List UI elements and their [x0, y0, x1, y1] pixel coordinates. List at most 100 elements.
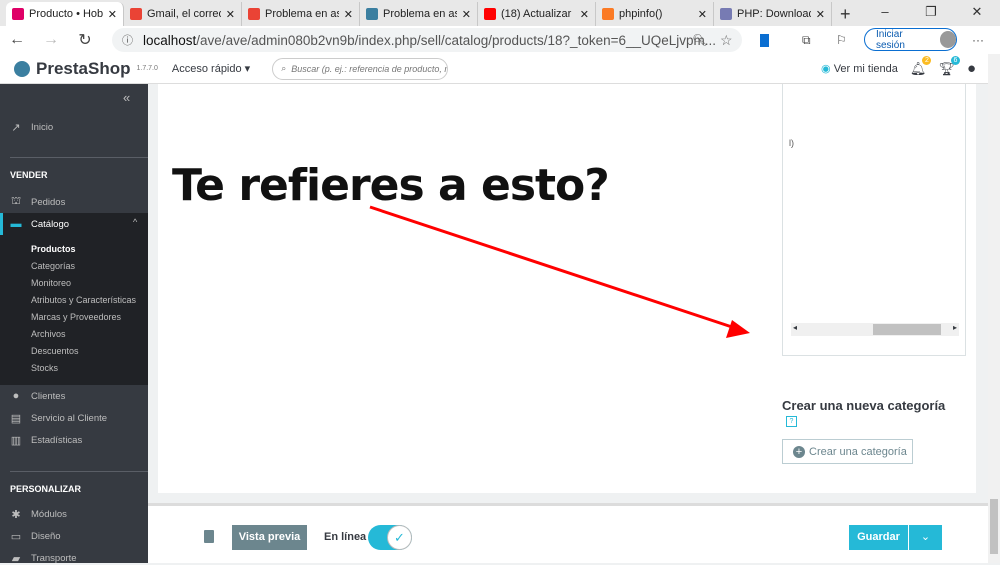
sidebar-subitem[interactable]: Stocks: [31, 363, 58, 373]
horizontal-scrollbar[interactable]: ◂ ▸: [791, 323, 959, 336]
sidebar-item-clientes[interactable]: ● Clientes: [10, 390, 66, 402]
page-scrollbar[interactable]: [988, 54, 1000, 563]
more-menu-icon[interactable]: ···: [972, 33, 984, 47]
search-icon: ⌕: [281, 63, 287, 73]
sidebar-subitem[interactable]: Atributos y Características: [31, 295, 136, 305]
sidebar-subitem[interactable]: Monitoreo: [31, 278, 71, 288]
forward-icon[interactable]: →: [34, 31, 68, 49]
close-tab-icon[interactable]: ✕: [462, 8, 471, 21]
scroll-left-icon[interactable]: ◂: [793, 323, 797, 332]
puffin-icon: [14, 60, 30, 77]
sidebar-subitem[interactable]: Marcas y Proveedores: [31, 312, 121, 322]
employee-avatar-icon[interactable]: ●: [967, 60, 976, 77]
product-footer-bar: Vista previa En línea ✓ Guardar ⌄: [148, 503, 988, 563]
sidebar: « ↗ Inicio VENDER ⛫ Pedidos ▬ Catálogo ^ Pr…: [0, 84, 148, 565]
sidebar-item-estadisticas[interactable]: ▥ Estadísticas: [10, 434, 82, 447]
sidebar-item-servicio[interactable]: ▤ Servicio al Cliente: [10, 412, 107, 425]
save-options-dropdown[interactable]: ⌄: [909, 525, 942, 550]
view-store-link[interactable]: ◉ Ver mi tienda: [821, 62, 898, 75]
sidebar-item-catalogo[interactable]: ▬ Catálogo: [10, 218, 70, 230]
chat-icon: ▤: [10, 413, 22, 425]
version-label: 1.7.7.0: [136, 65, 158, 72]
online-label: En línea: [324, 531, 367, 543]
browser-tab[interactable]: (18) Actualizar ✕: [478, 2, 596, 26]
sidebar-subitem[interactable]: Categorías: [31, 261, 75, 271]
close-tab-icon[interactable]: ✕: [580, 8, 589, 21]
new-category-title: Crear una nueva categoría: [782, 398, 946, 413]
create-category-button[interactable]: + Crear una categoría: [782, 439, 913, 464]
php-icon: [720, 8, 732, 20]
trophy-icon[interactable]: 🏆︎ 6: [938, 55, 960, 77]
close-window-button[interactable]: ✕: [954, 0, 1000, 26]
sidebar-subitem[interactable]: Productos: [31, 244, 76, 254]
annotation-text: Te refieres a esto?: [172, 160, 610, 211]
scroll-right-icon[interactable]: ▸: [953, 323, 957, 332]
online-toggle[interactable]: ✓: [368, 525, 412, 550]
bookmark-icon[interactable]: [760, 33, 769, 47]
preview-button[interactable]: Vista previa: [232, 525, 307, 550]
search-input[interactable]: ⌕ Buscar (p. ej.: referencia de producto,…: [272, 57, 449, 80]
scroll-thumb[interactable]: [873, 324, 941, 335]
close-tab-icon[interactable]: ✕: [344, 8, 353, 21]
divider: [10, 471, 148, 472]
zoom-icon[interactable]: 🔍︎: [692, 33, 707, 47]
notifications-icon[interactable]: 🔔︎ 2: [910, 55, 932, 77]
favorite-star-icon[interactable]: ☆: [720, 32, 733, 49]
gmail-icon: [248, 8, 260, 20]
back-icon[interactable]: ←: [0, 31, 34, 49]
scroll-thumb[interactable]: [990, 499, 998, 554]
maximize-button[interactable]: ❐: [908, 0, 954, 26]
section-vender: VENDER: [10, 170, 48, 180]
notif-badge: 2: [922, 55, 932, 65]
browser-tab[interactable]: Gmail, el correo ✕: [124, 2, 242, 26]
url-input[interactable]: ⓘ localhost/ave/ave/admin080b2vn9b/index.…: [112, 28, 742, 52]
browser-tab[interactable]: Problema en as ✕: [242, 2, 360, 26]
monitor-icon: ▭: [10, 531, 22, 543]
gmail-icon: [130, 8, 142, 20]
browser-tab[interactable]: Producto • Hob ✕: [6, 2, 124, 26]
check-icon: ✓: [387, 525, 412, 550]
trending-icon: ↗: [11, 122, 21, 134]
quick-access-dropdown[interactable]: Acceso rápido ▾: [172, 62, 250, 75]
browser-tab[interactable]: Problema en as ✕: [360, 2, 478, 26]
prestashop-logo[interactable]: PrestaShop: [14, 59, 130, 79]
close-tab-icon[interactable]: ✕: [226, 8, 235, 21]
prestashop-icon: [12, 8, 24, 20]
trash-icon[interactable]: [204, 530, 214, 543]
divider: [10, 157, 148, 158]
store-icon: ▬: [10, 218, 22, 230]
refresh-icon[interactable]: ↻: [68, 30, 102, 50]
sidebar-subitem[interactable]: Archivos: [31, 329, 66, 339]
minimize-button[interactable]: –: [862, 0, 908, 26]
prestashop-icon: [366, 8, 378, 20]
save-button[interactable]: Guardar: [849, 525, 908, 550]
sidebar-subitem[interactable]: Descuentos: [31, 346, 79, 356]
account-icon: ●: [12, 390, 20, 402]
browser-tab[interactable]: PHP: Download ✕: [714, 2, 832, 26]
close-tab-icon[interactable]: ✕: [816, 8, 825, 21]
section-personalizar: PERSONALIZAR: [10, 484, 82, 494]
sidebar-item-inicio[interactable]: ↗ Inicio: [10, 121, 53, 134]
feedback-icon[interactable]: ⚐: [836, 33, 847, 47]
tree-text-fragment: l): [789, 138, 794, 148]
sidebar-item-modulos[interactable]: ✱ Módulos: [10, 508, 67, 521]
sidebar-item-transporte[interactable]: ▰ Transporte: [10, 552, 77, 565]
close-tab-icon[interactable]: ✕: [108, 8, 117, 21]
chart-icon: ▥: [10, 435, 22, 447]
window-controls: – ❐ ✕: [862, 0, 1000, 26]
browser-tab[interactable]: phpinfo() ✕: [596, 2, 714, 26]
plus-circle-icon: +: [793, 445, 805, 458]
sidebar-item-pedidos[interactable]: ⛫ Pedidos: [10, 195, 65, 209]
sidebar-item-diseno[interactable]: ▭ Diseño: [10, 530, 61, 543]
help-icon[interactable]: ?: [786, 416, 797, 427]
new-tab-button[interactable]: +: [832, 2, 859, 26]
info-icon: ⓘ: [122, 35, 133, 47]
eye-icon: ◉: [821, 63, 831, 75]
category-tree-panel[interactable]: l) ◂ ▸: [782, 84, 966, 356]
close-tab-icon[interactable]: ✕: [698, 8, 707, 21]
collections-icon[interactable]: ⧉: [802, 33, 811, 48]
signin-button[interactable]: Iniciar sesión: [864, 28, 957, 51]
basket-icon: ⛫: [10, 195, 22, 207]
truck-icon: ▰: [11, 553, 21, 565]
collapse-sidebar-icon[interactable]: «: [123, 90, 130, 105]
